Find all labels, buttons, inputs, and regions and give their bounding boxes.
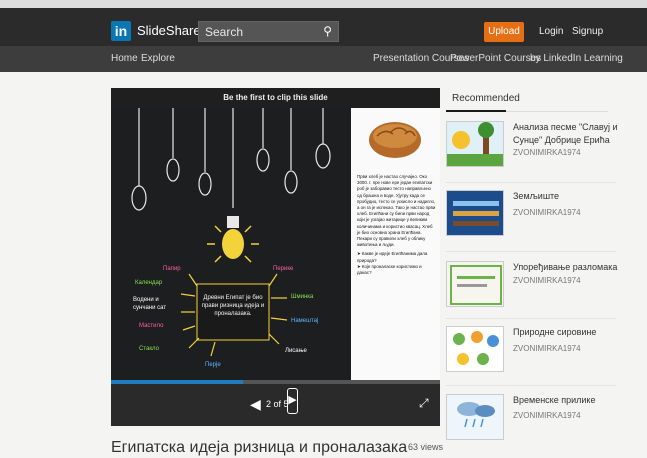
- thumbnail-image: [447, 262, 503, 306]
- main-nav: Home Explore Presentation Courses PowerP…: [0, 46, 647, 72]
- slide-word-vodeni-sat: Водени и сунчани сат: [133, 297, 167, 311]
- text-panel: Први хлеб је настао случајно. Око 3000. …: [351, 108, 440, 380]
- view-count: 63 views: [408, 442, 444, 452]
- next-slide-icon[interactable]: ▶: [287, 388, 298, 414]
- recommended-separator: [446, 318, 616, 319]
- linkedin-logo-icon[interactable]: in: [111, 21, 131, 41]
- slide-word-kalendar: Календар: [135, 280, 163, 286]
- recommended-author[interactable]: ZVONIMIRKA1974: [513, 276, 581, 285]
- slide-word-sminka: Шминка: [291, 294, 314, 300]
- recommended-item[interactable]: Природне сировине ZVONIMIRKA1974: [446, 326, 616, 386]
- recommended-author[interactable]: ZVONIMIRKA1974: [513, 148, 581, 157]
- recommended-thumbnail[interactable]: [446, 190, 504, 236]
- bread-image: [369, 122, 421, 158]
- thumbnail-image: [447, 327, 503, 371]
- recommended-separator: [446, 385, 616, 386]
- recommended-title[interactable]: Упоређивање разломака: [513, 261, 618, 274]
- nav-explore[interactable]: Explore: [141, 53, 175, 64]
- recommended-author[interactable]: ZVONIMIRKA1974: [513, 208, 581, 217]
- fullscreen-icon[interactable]: ⤢: [419, 396, 429, 411]
- browser-top-strip: [0, 0, 647, 8]
- nav-powerpoint-courses[interactable]: PowerPoint Courses: [450, 53, 541, 64]
- slide-image[interactable]: Древни Египат је био прави ризница идеја…: [111, 108, 440, 380]
- recommended-thumbnail[interactable]: [446, 326, 504, 372]
- recommended-title[interactable]: Временске прилике: [513, 394, 618, 407]
- slide-word-staklo: Стакло: [139, 346, 159, 352]
- slide-body-text: Први хлеб је настао случајно. Око 3000. …: [357, 174, 436, 276]
- recommended-item[interactable]: Анализа песме "Славуј и Сунце" Добрице Е…: [446, 121, 618, 181]
- nav-home[interactable]: Home: [111, 53, 138, 64]
- search-input[interactable]: [205, 22, 315, 41]
- upload-button[interactable]: Upload: [484, 22, 524, 42]
- search-icon[interactable]: ⚲: [323, 24, 332, 38]
- recommended-item[interactable]: Упоређивање разломака ZVONIMIRKA1974: [446, 261, 618, 321]
- recommended-title[interactable]: Природне сировине: [513, 326, 618, 339]
- recommended-separator: [446, 251, 616, 252]
- recommended-item[interactable]: Временске прилике ZVONIMIRKA1974: [446, 394, 616, 454]
- slide-word-perike: Перике: [273, 266, 294, 272]
- recommended-thumbnail[interactable]: [446, 261, 504, 307]
- search-box: ⚲: [198, 21, 339, 42]
- recommended-tab-underline: [446, 110, 506, 112]
- slide-word-nameštaj: Намештај: [291, 318, 319, 324]
- recommended-author[interactable]: ZVONIMIRKA1974: [513, 411, 581, 420]
- slide-word-perje: Перје: [205, 362, 221, 368]
- recommended-header[interactable]: Recommended: [452, 93, 520, 104]
- slide-word-papir: Папир: [163, 266, 181, 272]
- lightbulbs-illustration: [131, 108, 331, 357]
- site-logo-text[interactable]: SlideShare: [137, 23, 201, 38]
- player-controls: ◀ 2 of 5 ▶ ⤢: [111, 384, 440, 426]
- thumbnail-image: [447, 191, 503, 235]
- clip-slide-bar[interactable]: Be the first to clip this slide: [111, 88, 440, 108]
- thumbnail-image: [447, 395, 503, 439]
- slide-word-mastilo: Мастило: [139, 323, 164, 329]
- site-header: in SlideShare ⚲ Upload Login Signup: [0, 8, 647, 46]
- recommended-title[interactable]: Анализа песме "Славуј и Сунце" Добрице Е…: [513, 121, 618, 147]
- slide-page-indicator: 2 of 5: [266, 399, 289, 409]
- nav-linkedin-learning[interactable]: by LinkedIn Learning: [530, 53, 623, 64]
- slide-center-text: Древни Египат је био прави ризница идеја…: [201, 295, 265, 317]
- login-link[interactable]: Login: [539, 26, 563, 37]
- signup-link[interactable]: Signup: [572, 26, 603, 37]
- previous-slide-icon[interactable]: ◀: [250, 396, 261, 413]
- slide-player: Be the first to clip this slide Древни Е…: [111, 88, 440, 426]
- recommended-author[interactable]: ZVONIMIRKA1974: [513, 344, 581, 353]
- recommended-separator: [446, 182, 616, 183]
- thumbnail-image: [447, 122, 503, 166]
- slide-word-lisanje: Лисање: [285, 348, 307, 354]
- recommended-thumbnail[interactable]: [446, 121, 504, 167]
- recommended-title[interactable]: Земљиште: [513, 190, 618, 203]
- recommended-item[interactable]: Земљиште ZVONIMIRKA1974: [446, 190, 616, 250]
- presentation-title: Египатска идеја ризница и проналазака: [111, 439, 408, 456]
- recommended-thumbnail[interactable]: [446, 394, 504, 440]
- chalkboard-panel: Древни Египат је био прави ризница идеја…: [111, 108, 351, 380]
